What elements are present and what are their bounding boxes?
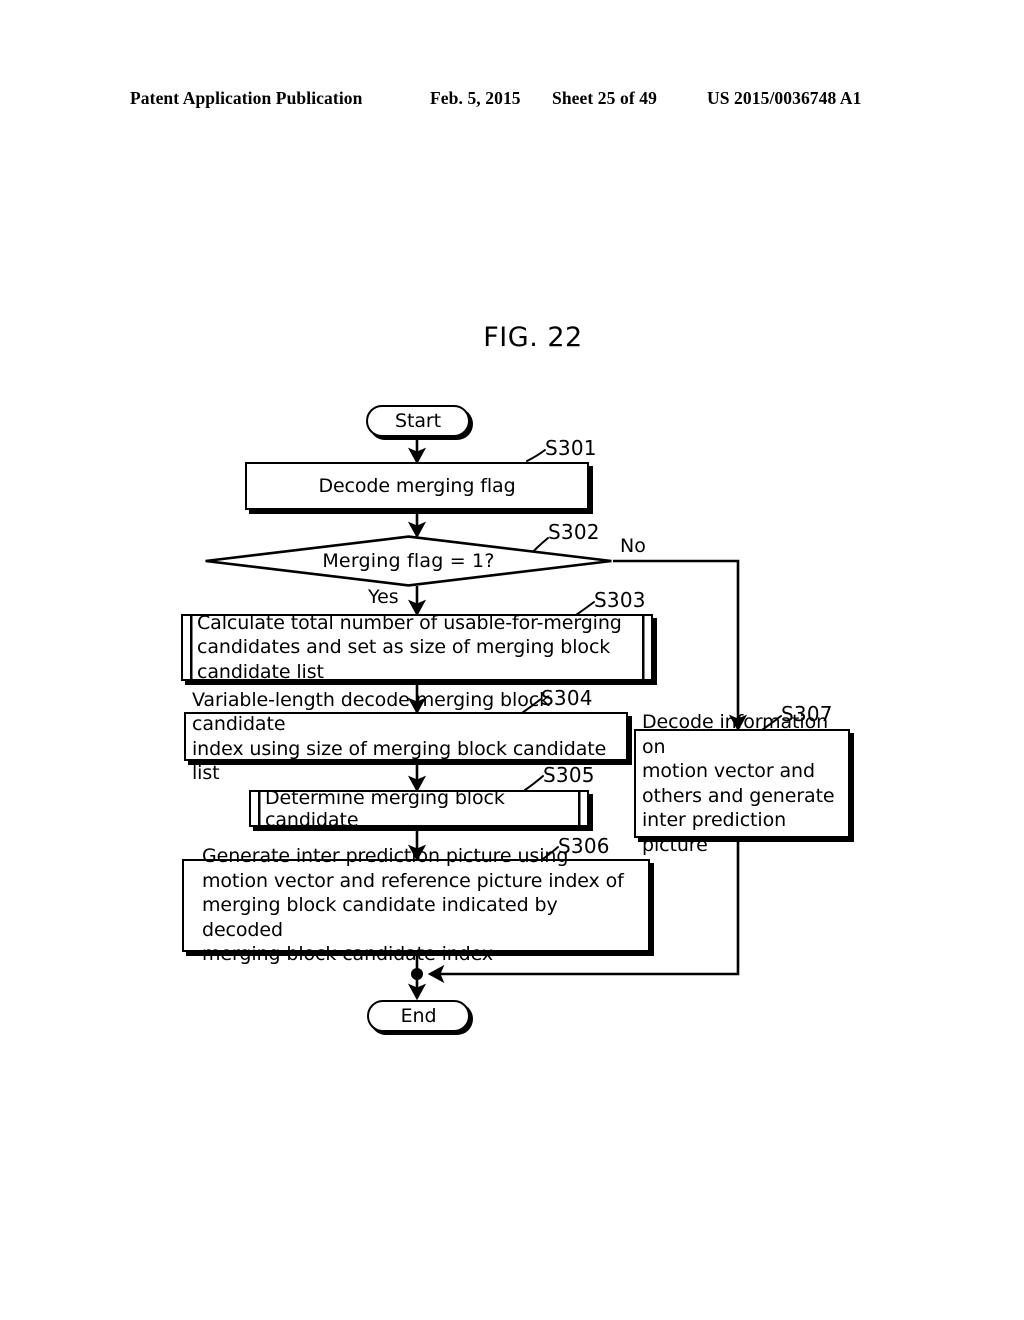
step-tag-s306: S306 <box>558 834 610 858</box>
step-tag-s305: S305 <box>543 763 595 787</box>
flow-node-s305[interactable]: Determine merging block candidate <box>249 787 589 831</box>
merge-junction-dot <box>411 968 423 980</box>
flow-node-s307-label: Decode information on motion vector and … <box>642 711 835 856</box>
flow-node-s303-label: Calculate total number of usable-for-mer… <box>197 611 622 683</box>
flow-node-end-label: End <box>400 1005 437 1027</box>
flow-node-s304[interactable]: Variable-length decode merging block can… <box>184 689 628 784</box>
step-tag-s303: S303 <box>594 588 646 612</box>
step-tag-s307: S307 <box>781 702 833 726</box>
flow-node-end[interactable]: End <box>367 1000 470 1032</box>
leader-line-s301 <box>526 449 546 462</box>
step-tag-s304: S304 <box>541 686 593 710</box>
flow-node-s306-label: Generate inter prediction picture using … <box>202 845 624 966</box>
flow-node-s307[interactable]: Decode information on motion vector and … <box>634 711 850 856</box>
branch-label-no: No <box>620 535 646 557</box>
flow-node-s306[interactable]: Generate inter prediction picture using … <box>182 845 650 965</box>
flow-node-start-label: Start <box>395 410 441 432</box>
flow-node-s301[interactable]: Decode merging flag <box>245 462 589 510</box>
flow-node-s305-label: Determine merging block candidate <box>265 786 505 831</box>
flow-node-start[interactable]: Start <box>366 405 470 437</box>
flow-node-s301-label: Decode merging flag <box>318 475 516 497</box>
flow-node-s303[interactable]: Calculate total number of usable-for-mer… <box>181 612 653 683</box>
branch-label-yes: Yes <box>368 586 399 608</box>
flowchart-diagram: Start Decode merging flag S301 Merging f… <box>0 0 1024 1320</box>
step-tag-s301: S301 <box>545 436 597 460</box>
step-tag-s302: S302 <box>548 520 600 544</box>
